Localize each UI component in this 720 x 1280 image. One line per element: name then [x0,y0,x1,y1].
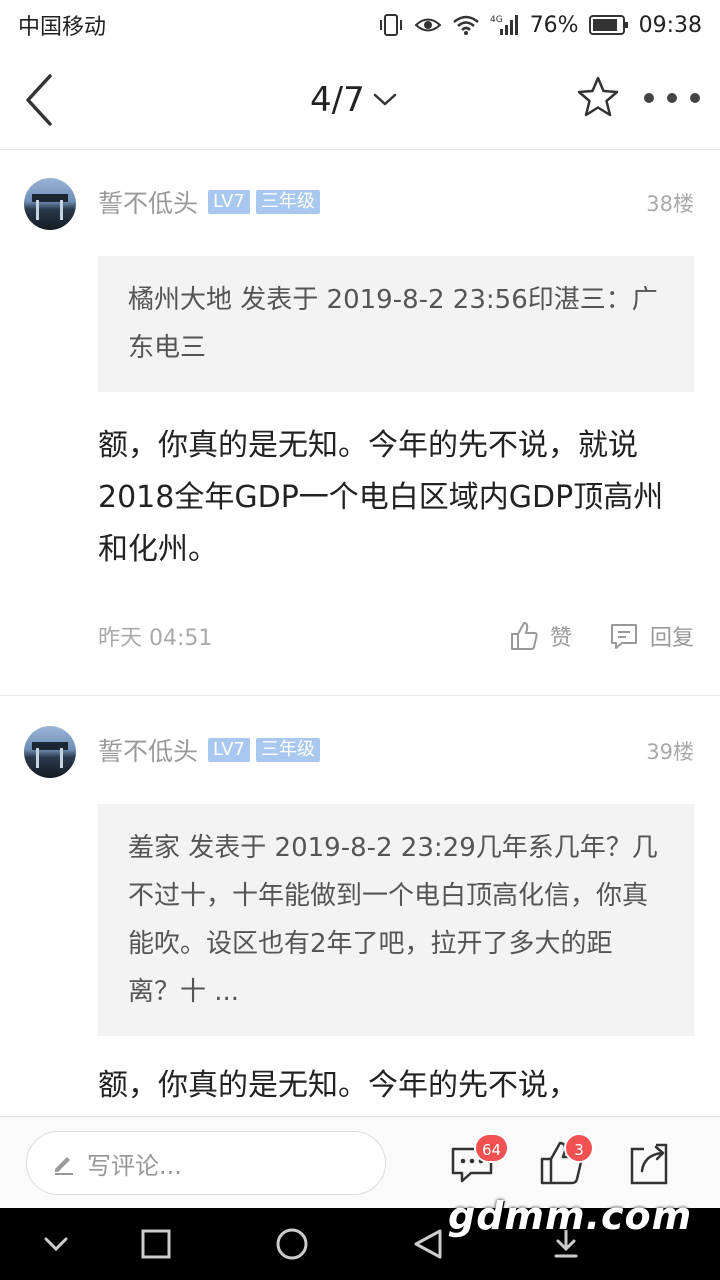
battery-percent: 76% [529,12,579,38]
svg-text:4G: 4G [490,15,503,25]
avatar[interactable] [24,726,76,778]
grade-badge: 三年级 [255,190,320,214]
favorite-button[interactable] [574,74,622,122]
comments-button[interactable]: 64 [448,1133,510,1187]
comment-count-badge: 64 [474,1133,510,1163]
system-back-button[interactable] [410,1226,446,1262]
share-icon [630,1143,668,1185]
battery-icon [588,14,629,36]
floor-number: 38楼 [646,192,694,216]
triangle-back-icon [414,1229,442,1259]
post-meta: 昨天 04:51 赞 回复 [98,616,694,656]
more-dots-icon [644,93,654,103]
comment-placeholder: 写评论... [87,1151,182,1180]
chevron-down-icon [44,1237,68,1252]
username[interactable]: 誓不低头 [98,184,198,220]
watermark: gdmm.com [448,1194,693,1238]
vibrate-icon [378,13,404,37]
like-label: 赞 [549,626,572,651]
eye-icon [414,14,442,36]
level-badge: LV7 [208,190,250,214]
post-content: 额，你真的是无知。今年的先不说， [98,1068,578,1103]
thumbs-up-icon [510,622,538,650]
reply-label: 回复 [649,626,694,651]
carrier-name: 中国移动 [18,15,107,40]
avatar[interactable] [24,178,76,230]
more-options-button[interactable] [644,82,700,114]
collapse-nav-button[interactable] [38,1226,74,1262]
post-time: 昨天 04:51 [98,626,213,651]
home-button[interactable] [274,1226,310,1262]
like-post-button[interactable]: 3 [538,1133,594,1187]
pencil-icon [55,1157,73,1175]
reply-bubble-icon [610,624,637,649]
circle-icon [276,1228,308,1260]
user-info: 誓不低头 LV7 三年级 [98,732,320,768]
chevron-down-icon [373,93,396,106]
floor-number: 39楼 [646,740,694,764]
like-button[interactable]: 赞 [508,620,572,652]
post-item: 誓不低头 LV7 三年级 39楼 羞家 发表于 2019-8-2 23:29几年… [0,696,720,1116]
back-arrow-icon [26,74,52,126]
back-button[interactable] [20,72,60,128]
quoted-post[interactable]: 橘州大地 发表于 2019-8-2 23:56印湛三：广东电三 [98,256,694,392]
user-info: 誓不低头 LV7 三年级 [98,184,320,220]
wifi-icon [452,14,480,36]
recent-apps-button[interactable] [138,1226,174,1262]
star-icon [577,76,619,117]
page-selector[interactable]: 4/7 [310,76,397,124]
username[interactable]: 誓不低头 [98,732,198,768]
post-content: 额，你真的是无知。今年的先不说，就说2018全年GDP一个电白区域内GDP顶高州… [98,428,664,567]
square-icon [141,1229,171,1259]
page-indicator: 4/7 [310,80,365,120]
share-button[interactable] [626,1139,674,1187]
post-item: 誓不低头 LV7 三年级 38楼 橘州大地 发表于 2019-8-2 23:56… [0,150,720,696]
like-count-badge: 3 [564,1133,594,1163]
status-icons: 4G 76% 09:38 [378,13,702,38]
status-bar: 中国移动 4G 76% 09:38 [0,0,720,50]
signal-icon: 4G [490,13,520,37]
clock: 09:38 [638,12,702,38]
reply-button[interactable]: 回复 [608,620,694,652]
top-navigation: 4/7 [0,50,720,150]
quoted-post[interactable]: 羞家 发表于 2019-8-2 23:29几年系几年？几不过十，十年能做到一个电… [98,804,694,1036]
level-badge: LV7 [208,738,250,762]
comment-input[interactable]: 写评论... [26,1131,386,1195]
grade-badge: 三年级 [255,738,320,762]
